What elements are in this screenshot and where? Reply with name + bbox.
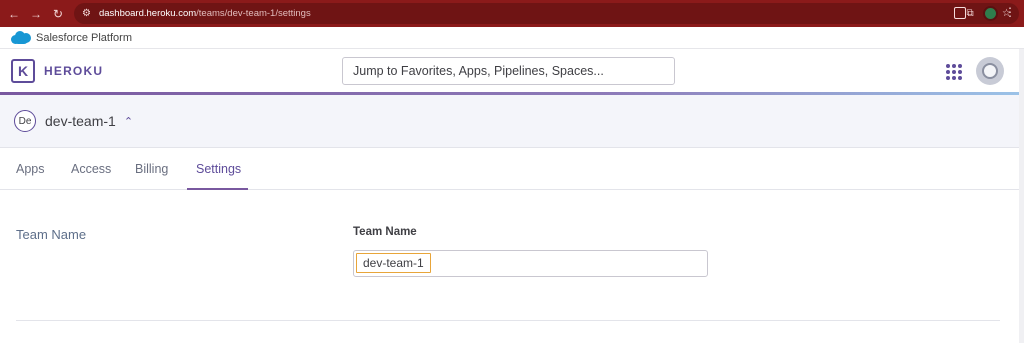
avatar[interactable] — [976, 57, 1004, 85]
tab-apps[interactable]: Apps — [16, 162, 45, 176]
section-title: Team Name — [16, 227, 87, 242]
browser-nav: ← → ↻ — [0, 7, 64, 21]
user-icon — [982, 63, 998, 79]
apps-grid-icon[interactable] — [946, 64, 962, 80]
salesforce-platform-bar: Salesforce Platform — [0, 27, 1024, 49]
reload-icon[interactable]: ↻ — [52, 7, 64, 21]
salesforce-cloud-icon — [11, 31, 31, 44]
search-input[interactable]: Jump to Favorites, Apps, Pipelines, Spac… — [342, 57, 675, 85]
translate-icon[interactable]: ⧉ — [967, 8, 974, 19]
scrollbar[interactable] — [1019, 49, 1024, 343]
chevron-up-down-icon[interactable]: ⌃ — [124, 115, 133, 128]
forward-icon[interactable]: → — [30, 7, 42, 21]
browser-toolbar: ← → ↻ ⚙ dashboard.heroku.com/teams/dev-t… — [0, 0, 1024, 27]
app-header: K HEROKU Jump to Favorites, Apps, Pipeli… — [0, 49, 1024, 93]
site-info-icon[interactable]: ⚙ — [82, 8, 91, 19]
heroku-wordmark: HEROKU — [44, 64, 104, 78]
browser-menu-icon[interactable]: ⋮ — [1004, 5, 1016, 19]
heroku-logo-icon: K — [11, 59, 35, 83]
active-tab-indicator — [187, 188, 248, 190]
heroku-logo[interactable]: K HEROKU — [11, 59, 103, 83]
address-bar[interactable]: ⚙ dashboard.heroku.com/teams/dev-team-1/… — [74, 3, 1019, 24]
url-host: dashboard.heroku.com — [98, 8, 197, 19]
team-badge: De — [14, 110, 36, 132]
team-name[interactable]: dev-team-1 — [45, 113, 116, 129]
url-path: /teams/dev-team-1/settings — [196, 8, 311, 19]
team-tabs: Apps Access Billing Settings — [0, 148, 1024, 190]
team-name-label: Team Name — [353, 226, 417, 238]
back-icon[interactable]: ← — [8, 7, 20, 21]
tab-billing[interactable]: Billing — [135, 162, 168, 176]
salesforce-platform-label: Salesforce Platform — [36, 31, 132, 44]
team-switcher-bar: De dev-team-1 ⌃ — [0, 95, 1024, 148]
team-name-value[interactable]: dev-team-1 — [356, 253, 431, 273]
tab-access[interactable]: Access — [71, 162, 111, 176]
browser-profile-icon[interactable] — [983, 6, 998, 21]
section-divider — [16, 320, 1000, 321]
tab-settings[interactable]: Settings — [196, 162, 241, 176]
extensions-icon[interactable] — [954, 7, 966, 19]
